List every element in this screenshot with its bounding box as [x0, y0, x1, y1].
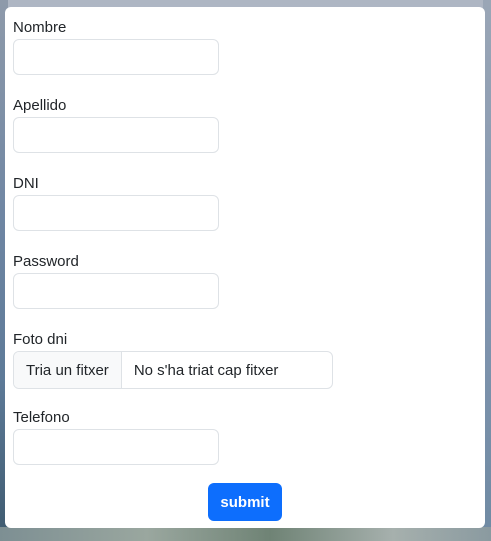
password-field: Password: [13, 253, 219, 309]
nombre-input[interactable]: [13, 39, 219, 75]
dni-label: DNI: [13, 175, 39, 192]
telefono-field: Telefono: [13, 409, 219, 465]
registration-form: Nombre Apellido DNI Password Foto dni Tr…: [5, 7, 485, 528]
dni-field: DNI: [13, 175, 219, 231]
submit-button[interactable]: submit: [208, 483, 282, 521]
foto-dni-label: Foto dni: [13, 331, 68, 348]
password-input[interactable]: [13, 273, 219, 309]
telefono-label: Telefono: [13, 409, 70, 426]
background-bottom: [0, 527, 491, 541]
file-input[interactable]: Tria un fitxer No s'ha triat cap fitxer: [13, 351, 333, 389]
nombre-field: Nombre: [13, 19, 219, 75]
dni-input[interactable]: [13, 195, 219, 231]
apellido-input[interactable]: [13, 117, 219, 153]
nombre-label: Nombre: [13, 19, 67, 36]
telefono-input[interactable]: [13, 429, 219, 465]
foto-dni-field: Foto dni Tria un fitxer No s'ha triat ca…: [13, 331, 333, 389]
apellido-label: Apellido: [13, 97, 67, 114]
file-status-text: No s'ha triat cap fitxer: [133, 361, 279, 379]
apellido-field: Apellido: [13, 97, 219, 153]
choose-file-button[interactable]: Tria un fitxer: [14, 352, 122, 388]
password-label: Password: [13, 253, 79, 270]
